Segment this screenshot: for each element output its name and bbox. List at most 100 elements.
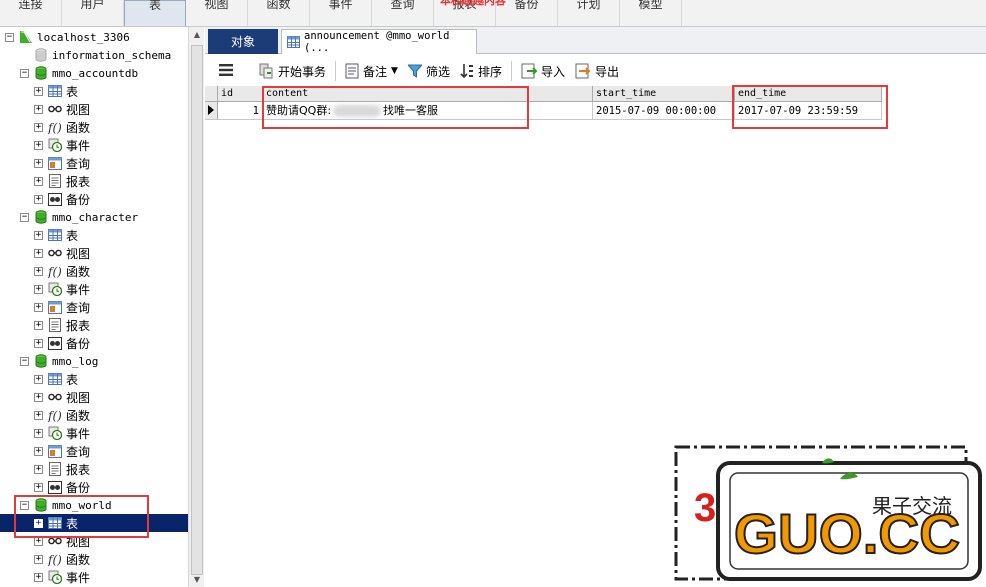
tree-item-functions[interactable]: + f() 函数 (0, 550, 188, 568)
function-icon: f() (48, 265, 62, 278)
cell-content[interactable]: 赞助请QQ群: 找唯一客服 (263, 102, 593, 120)
expand-icon[interactable]: + (34, 194, 43, 204)
collapse-icon[interactable]: − (20, 212, 29, 222)
tree-item-events[interactable]: + 事件 (0, 424, 188, 442)
tree-item-db-mmo_character[interactable]: − mmo_character (0, 208, 188, 226)
ribbon-item[interactable]: 连接 (0, 0, 62, 26)
expand-icon[interactable]: + (34, 266, 43, 276)
expand-icon[interactable]: + (34, 554, 43, 564)
tree-item-backups[interactable]: + 备份 (0, 478, 188, 496)
menu-button[interactable] (205, 60, 253, 82)
expand-icon[interactable]: + (34, 86, 43, 96)
tab-announcement[interactable]: announcement @mmo_world (... (281, 29, 477, 54)
collapse-icon[interactable]: − (20, 500, 29, 510)
expand-icon[interactable]: + (34, 446, 43, 456)
tree-item-views[interactable]: + 视图 (0, 100, 188, 118)
expand-icon[interactable]: + (34, 536, 43, 546)
tree-item-functions[interactable]: + f() 函数 (0, 406, 188, 424)
tree-item-tables[interactable]: + 表 (0, 514, 188, 532)
expand-icon[interactable]: + (34, 158, 43, 168)
expand-icon[interactable]: + (34, 140, 43, 150)
expand-icon[interactable]: + (34, 464, 43, 474)
tree-item-queries[interactable]: + 查询 (0, 154, 188, 172)
expand-icon[interactable]: + (34, 428, 43, 438)
tree-item-label: 报表 (66, 462, 91, 477)
expand-icon[interactable]: + (34, 302, 43, 312)
ribbon-item[interactable]: 表 (124, 0, 186, 26)
expand-icon[interactable]: + (34, 410, 43, 420)
ribbon-item[interactable]: 函数 (248, 0, 310, 26)
expand-icon[interactable]: + (34, 338, 43, 348)
memo-button[interactable]: 备注 ▼ (340, 60, 403, 82)
expand-icon[interactable]: + (34, 572, 43, 582)
cell-start-time[interactable]: 2015-07-09 00:00:00 (593, 102, 735, 120)
ribbon-item[interactable]: 模型 (620, 0, 682, 26)
scroll-down-icon[interactable]: ▼ (192, 575, 202, 585)
expand-icon[interactable]: + (34, 122, 43, 132)
tree-item-queries[interactable]: + 查询 (0, 298, 188, 316)
ribbon-item[interactable]: 查询 (372, 0, 434, 26)
tree-item-events[interactable]: + 事件 (0, 280, 188, 298)
begin-transaction-label: 开始事务 (278, 64, 327, 79)
app-window: 连接 用户表视图 函数 事件 查询 报表 备份 计划 模型 本档超越内容 − localhost_… (0, 0, 986, 587)
begin-transaction-button[interactable]: 开始事务 (253, 60, 331, 82)
tree-item-events[interactable]: + 事件 (0, 136, 188, 154)
tree-item-connection[interactable]: − localhost_3306 (0, 28, 188, 46)
tree-item-views[interactable]: + 视图 (0, 532, 188, 550)
tree-item-functions[interactable]: + f() 函数 (0, 262, 188, 280)
cell-end-time[interactable]: 2017-07-09 23:59:59 (735, 102, 882, 120)
expand-icon[interactable]: + (34, 374, 43, 384)
tree-item-db-mmo_world[interactable]: − mmo_world (0, 496, 188, 514)
expand-icon[interactable]: + (34, 518, 43, 528)
tree-item-reports[interactable]: + 报表 (0, 316, 188, 334)
column-header-start-time[interactable]: start_time (593, 86, 735, 102)
sort-button[interactable]: 排序 (455, 60, 507, 82)
tree-scrollbar[interactable]: ▲ ▼ (188, 27, 204, 587)
scroll-up-icon[interactable]: ▲ (192, 30, 202, 40)
collapse-icon[interactable]: − (20, 356, 29, 366)
tree-item-tables[interactable]: + 表 (0, 226, 188, 244)
tree-item-tables[interactable]: + 表 (0, 82, 188, 100)
expand-icon[interactable]: + (34, 284, 43, 294)
expand-icon[interactable]: + (34, 392, 43, 402)
expand-icon[interactable]: + (34, 176, 43, 186)
ribbon-item[interactable]: 事件 (310, 0, 372, 26)
import-button[interactable]: 导入 (516, 60, 570, 82)
export-button[interactable]: 导出 (570, 60, 624, 82)
tree-item-information-schema[interactable]: information_schema (0, 46, 188, 64)
scroll-thumb[interactable] (191, 45, 203, 575)
column-header-end-time[interactable]: end_time (735, 86, 882, 102)
tree-item-views[interactable]: + 视图 (0, 388, 188, 406)
tree-item-db-mmo_log[interactable]: − mmo_log (0, 352, 188, 370)
tree-item-db-mmo_accountdb[interactable]: − mmo_accountdb (0, 64, 188, 82)
filter-button[interactable]: 筛选 (403, 60, 455, 82)
row-selector[interactable] (205, 102, 218, 120)
tree-item-queries[interactable]: + 查询 (0, 442, 188, 460)
tree-item-reports[interactable]: + 报表 (0, 172, 188, 190)
dropdown-caret-icon[interactable]: ▼ (391, 66, 398, 76)
tree-item-tables[interactable]: + 表 (0, 370, 188, 388)
tree-item-functions[interactable]: + f() 函数 (0, 118, 188, 136)
cell-id[interactable]: 1 (218, 102, 263, 120)
tree-item-views[interactable]: + 视图 (0, 244, 188, 262)
ribbon-item[interactable]: 视图 (186, 0, 248, 26)
row-selector-header (205, 86, 218, 102)
tab-objects[interactable]: 对象 (208, 29, 278, 54)
ribbon-item[interactable]: 计划 (558, 0, 620, 26)
column-header-id[interactable]: id (218, 86, 263, 102)
tree-item-backups[interactable]: + 备份 (0, 190, 188, 208)
expand-icon[interactable]: + (34, 104, 43, 114)
ribbon-item[interactable]: 用户 (62, 0, 124, 26)
expand-icon[interactable]: + (34, 320, 43, 330)
tree-item-events[interactable]: + 事件 (0, 568, 188, 586)
tree-item-reports[interactable]: + 报表 (0, 460, 188, 478)
guo-cc-watermark: 3 GUO.CC 果子交流 (672, 443, 982, 583)
collapse-icon[interactable]: − (5, 32, 14, 42)
collapse-icon[interactable]: − (20, 68, 29, 78)
column-header-content[interactable]: content (263, 86, 593, 102)
expand-icon[interactable]: + (34, 230, 43, 240)
expand-icon[interactable]: + (34, 248, 43, 258)
tree-item-backups[interactable]: + 备份 (0, 334, 188, 352)
tree-item-label: 表 (66, 516, 79, 531)
expand-icon[interactable]: + (34, 482, 43, 492)
